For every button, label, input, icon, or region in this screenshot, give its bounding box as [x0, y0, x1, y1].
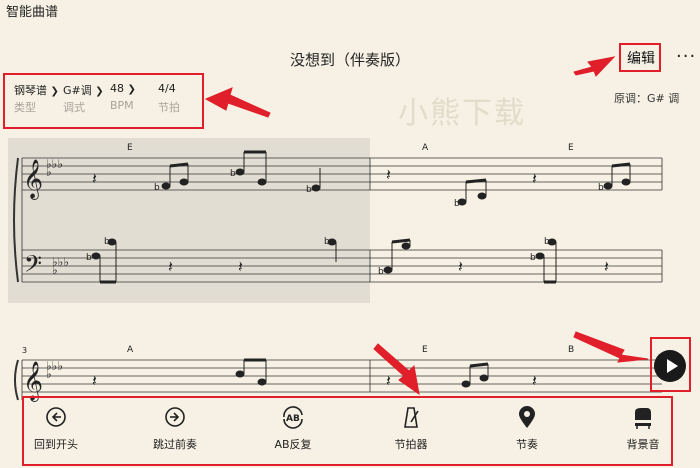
toolbar-ab-repeat-button[interactable]: AB AB反复: [253, 404, 333, 452]
toolbar-label: 跳过前奏: [153, 438, 197, 451]
ab-repeat-icon: AB: [253, 404, 333, 430]
toolbar-label: 背景音: [626, 438, 660, 451]
annotation-arrows: [204, 56, 649, 396]
rhythm-icon: [487, 404, 567, 430]
toolbar-label: 回到开头: [34, 438, 78, 451]
restart-icon: [16, 404, 96, 430]
toolbar-label: 节拍器: [394, 438, 428, 451]
toolbar-label: 节奏: [516, 438, 538, 451]
toolbar-metronome-button[interactable]: 节拍器: [371, 404, 451, 452]
toolbar-background-sound-button[interactable]: 背景音: [603, 404, 683, 452]
toolbar-skip-intro-button[interactable]: 跳过前奏: [135, 404, 215, 452]
toolbar-label: AB反复: [274, 438, 312, 451]
metronome-icon: [371, 404, 451, 430]
toolbar-rhythm-button[interactable]: 节奏: [487, 404, 567, 452]
skip-intro-icon: [135, 404, 215, 430]
piano-icon: [603, 404, 683, 430]
play-icon: [667, 359, 678, 373]
svg-text:AB: AB: [286, 414, 300, 424]
toolbar-restart-button[interactable]: 回到开头: [16, 404, 96, 452]
play-button[interactable]: [654, 350, 686, 382]
